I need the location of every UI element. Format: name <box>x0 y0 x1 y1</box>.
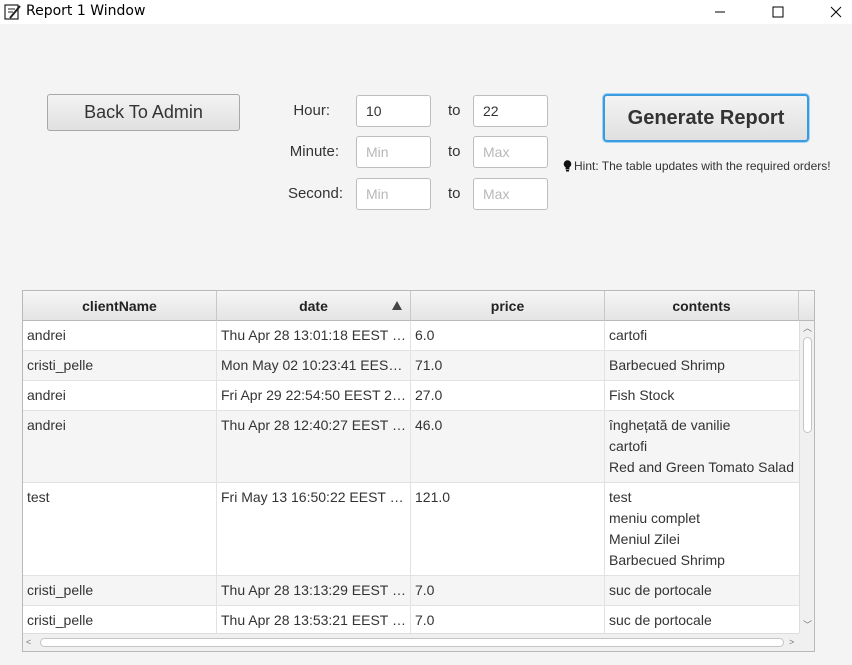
content-line: cartofi <box>609 327 648 343</box>
cell-price: 46.0 <box>411 411 605 482</box>
close-button[interactable] <box>813 0 852 24</box>
cell-date: Thu Apr 28 13:53:21 EEST 2022 <box>217 606 411 633</box>
scrollbar-corner <box>799 633 814 651</box>
content-line: Fish Stock <box>609 387 675 403</box>
table-row[interactable]: test Fri May 13 16:50:22 EEST 2022 121.0… <box>23 483 799 576</box>
cell-price: 7.0 <box>411 606 605 633</box>
minimize-icon <box>715 11 725 13</box>
content-line: suc de portocale <box>609 612 712 628</box>
column-header-price[interactable]: price <box>411 291 605 321</box>
maximize-icon <box>772 6 784 18</box>
cell-clientname: andrei <box>23 411 217 482</box>
column-header-date[interactable]: date <box>217 291 411 321</box>
table-header: clientName date price contents <box>23 291 814 321</box>
cell-clientname: andrei <box>23 321 217 350</box>
horizontal-scroll-thumb[interactable] <box>40 638 784 647</box>
cell-clientname: cristi_pelle <box>23 606 217 633</box>
scroll-up-icon[interactable]: ︿ <box>803 324 812 333</box>
cell-date: Fri May 13 16:50:22 EEST 2022 <box>217 483 411 575</box>
table-row[interactable]: cristi_pelle Thu Apr 28 13:53:21 EEST 20… <box>23 606 799 633</box>
content-line: meniu complet <box>609 510 701 526</box>
cell-contents: cartofi <box>605 321 799 350</box>
window-title: Report 1 Window <box>26 3 146 19</box>
cell-contents: Barbecued Shrimp <box>605 351 799 380</box>
second-label: Second: <box>287 185 343 202</box>
second-to-label: to <box>448 185 461 202</box>
hour-label: Hour: <box>293 102 330 119</box>
cell-contents: înghețată de vanilie cartofi Red and Gre… <box>605 411 799 482</box>
cell-date: Thu Apr 28 12:40:27 EEST 2022 <box>217 411 411 482</box>
orders-table[interactable]: clientName date price contents andrei Th… <box>22 290 815 652</box>
cell-contents: test meniu complet Meniul Zilei Barbecue… <box>605 483 799 575</box>
column-header-contents[interactable]: contents <box>605 291 799 321</box>
cell-date: Thu Apr 28 13:01:18 EEST 2022 <box>217 321 411 350</box>
cell-price: 6.0 <box>411 321 605 350</box>
cell-price: 71.0 <box>411 351 605 380</box>
content-line: Barbecued Shrimp <box>609 552 725 568</box>
table-row[interactable]: andrei Fri Apr 29 22:54:50 EEST 2022 27.… <box>23 381 799 411</box>
scroll-left-icon[interactable]: < <box>26 638 31 647</box>
cell-price: 27.0 <box>411 381 605 410</box>
app-pencil-icon <box>4 4 21 20</box>
hour-max-field[interactable] <box>473 95 548 127</box>
hint-label: Hint: The table updates with the require… <box>574 159 831 173</box>
cell-price: 121.0 <box>411 483 605 575</box>
minute-min-field[interactable] <box>356 136 431 168</box>
minute-to-label: to <box>448 143 461 160</box>
vertical-scrollbar[interactable]: ︿ ﹀ <box>799 321 814 633</box>
hour-min-field[interactable] <box>356 95 431 127</box>
table-row[interactable]: cristi_pelle Mon May 02 10:23:41 EEST 20… <box>23 351 799 381</box>
content-line: suc de portocale <box>609 582 712 598</box>
cell-date: Thu Apr 28 13:13:29 EEST 2022 <box>217 576 411 605</box>
back-to-admin-button[interactable]: Back To Admin <box>47 94 240 131</box>
maximize-button[interactable] <box>755 0 801 24</box>
content-line: Red and Green Tomato Salad <box>609 459 794 475</box>
content-line: Barbecued Shrimp <box>609 357 725 373</box>
cell-date: Fri Apr 29 22:54:50 EEST 2022 <box>217 381 411 410</box>
column-header-date-label: date <box>299 298 328 314</box>
minute-max-field[interactable] <box>473 136 548 168</box>
vertical-scroll-thumb[interactable] <box>803 337 812 433</box>
sort-ascending-icon <box>392 301 402 310</box>
hour-to-label: to <box>448 102 461 119</box>
generate-report-button[interactable]: Generate Report <box>603 94 809 142</box>
minute-label: Minute: <box>289 143 339 160</box>
content-line: test <box>609 489 632 505</box>
content-line: înghețată de vanilie <box>609 417 731 433</box>
minimize-button[interactable] <box>697 0 743 24</box>
lightbulb-icon <box>563 160 572 172</box>
table-row[interactable]: cristi_pelle Thu Apr 28 13:13:29 EEST 20… <box>23 576 799 606</box>
scroll-right-icon[interactable]: > <box>789 638 794 647</box>
horizontal-scrollbar[interactable]: < > <box>23 633 799 651</box>
cell-clientname: cristi_pelle <box>23 351 217 380</box>
cell-clientname: andrei <box>23 381 217 410</box>
cell-contents: Fish Stock <box>605 381 799 410</box>
title-bar: Report 1 Window <box>0 0 852 24</box>
table-row[interactable]: andrei Thu Apr 28 13:01:18 EEST 2022 6.0… <box>23 321 799 351</box>
table-row[interactable]: andrei Thu Apr 28 12:40:27 EEST 2022 46.… <box>23 411 799 483</box>
second-max-field[interactable] <box>473 178 548 210</box>
second-min-field[interactable] <box>356 178 431 210</box>
cell-date: Mon May 02 10:23:41 EEST 2022 <box>217 351 411 380</box>
cell-price: 7.0 <box>411 576 605 605</box>
close-icon <box>830 6 842 18</box>
cell-contents: suc de portocale <box>605 576 799 605</box>
hint-text: Hint: The table updates with the require… <box>563 159 831 173</box>
column-header-clientname[interactable]: clientName <box>23 291 217 321</box>
table-body: andrei Thu Apr 28 13:01:18 EEST 2022 6.0… <box>23 321 799 633</box>
cell-contents: suc de portocale <box>605 606 799 633</box>
scroll-down-icon[interactable]: ﹀ <box>803 621 812 630</box>
content-line: cartofi <box>609 438 648 454</box>
cell-clientname: cristi_pelle <box>23 576 217 605</box>
content-line: Meniul Zilei <box>609 531 680 547</box>
cell-clientname: test <box>23 483 217 575</box>
